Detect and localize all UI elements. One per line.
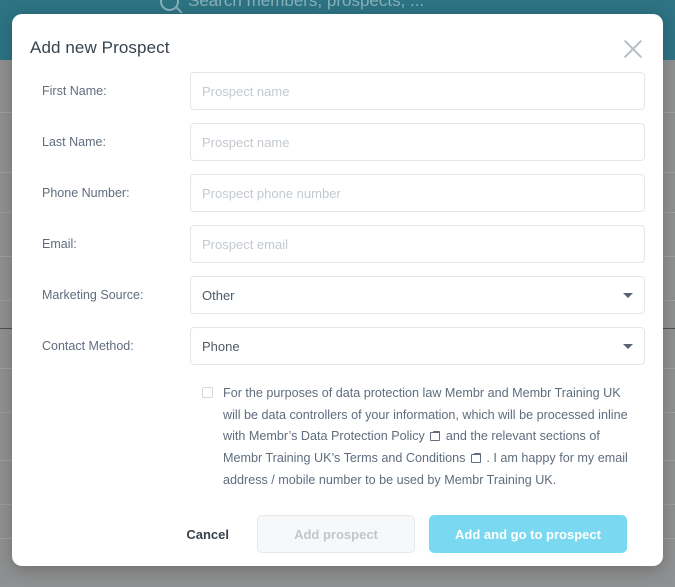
page-root: Search members, prospects, ... Add new P…: [0, 0, 675, 587]
marketing-source-label: Marketing Source:: [42, 288, 144, 302]
consent-checkbox[interactable]: [202, 387, 213, 398]
external-link-icon[interactable]: [470, 452, 481, 463]
phone-number-label: Phone Number:: [42, 186, 130, 200]
add-prospect-modal: Add new Prospect First Name: Prospect na…: [12, 14, 663, 566]
cancel-button[interactable]: Cancel: [180, 519, 235, 550]
add-and-go-to-prospect-button[interactable]: Add and go to prospect: [429, 515, 627, 554]
consent-text: For the purposes of data protection law …: [223, 383, 635, 491]
close-icon[interactable]: [619, 35, 647, 63]
email-label: Email:: [42, 237, 77, 251]
modal-footer: Cancel Add prospect Add and go to prospe…: [30, 491, 645, 554]
form-row-last-name: Last Name: Prospect name: [30, 123, 645, 161]
search-placeholder-text: Search members, prospects, ...: [188, 0, 425, 10]
first-name-input[interactable]: Prospect name: [190, 72, 645, 110]
phone-number-placeholder: Prospect phone number: [202, 185, 341, 201]
last-name-input[interactable]: Prospect name: [190, 123, 645, 161]
form-row-marketing-source: Marketing Source: Other: [30, 276, 645, 314]
email-input[interactable]: Prospect email: [190, 225, 645, 263]
form-row-phone-number: Phone Number: Prospect phone number: [30, 174, 645, 212]
form-row-email: Email: Prospect email: [30, 225, 645, 263]
chevron-down-icon: [623, 344, 633, 349]
email-placeholder: Prospect email: [202, 236, 288, 252]
contact-method-value: Phone: [202, 338, 240, 354]
chevron-down-icon: [623, 293, 633, 298]
form-row-first-name: First Name: Prospect name: [30, 72, 645, 110]
add-prospect-button[interactable]: Add prospect: [257, 515, 415, 554]
search-icon: [160, 0, 179, 11]
global-search[interactable]: Search members, prospects, ...: [160, 0, 424, 11]
marketing-source-select[interactable]: Other: [190, 276, 645, 314]
phone-number-input[interactable]: Prospect phone number: [190, 174, 645, 212]
external-link-icon[interactable]: [430, 431, 441, 442]
first-name-label: First Name:: [42, 84, 107, 98]
first-name-placeholder: Prospect name: [202, 83, 290, 99]
contact-method-select[interactable]: Phone: [190, 327, 645, 365]
form-row-contact-method: Contact Method: Phone: [30, 327, 645, 365]
modal-title: Add new Prospect: [30, 38, 170, 57]
last-name-placeholder: Prospect name: [202, 134, 290, 150]
modal-body: First Name: Prospect name Last Name: Pro…: [12, 72, 663, 554]
modal-header: Add new Prospect: [12, 14, 663, 72]
contact-method-label: Contact Method:: [42, 339, 134, 353]
marketing-source-value: Other: [202, 287, 235, 303]
consent-block: For the purposes of data protection law …: [30, 383, 645, 491]
last-name-label: Last Name:: [42, 135, 106, 149]
